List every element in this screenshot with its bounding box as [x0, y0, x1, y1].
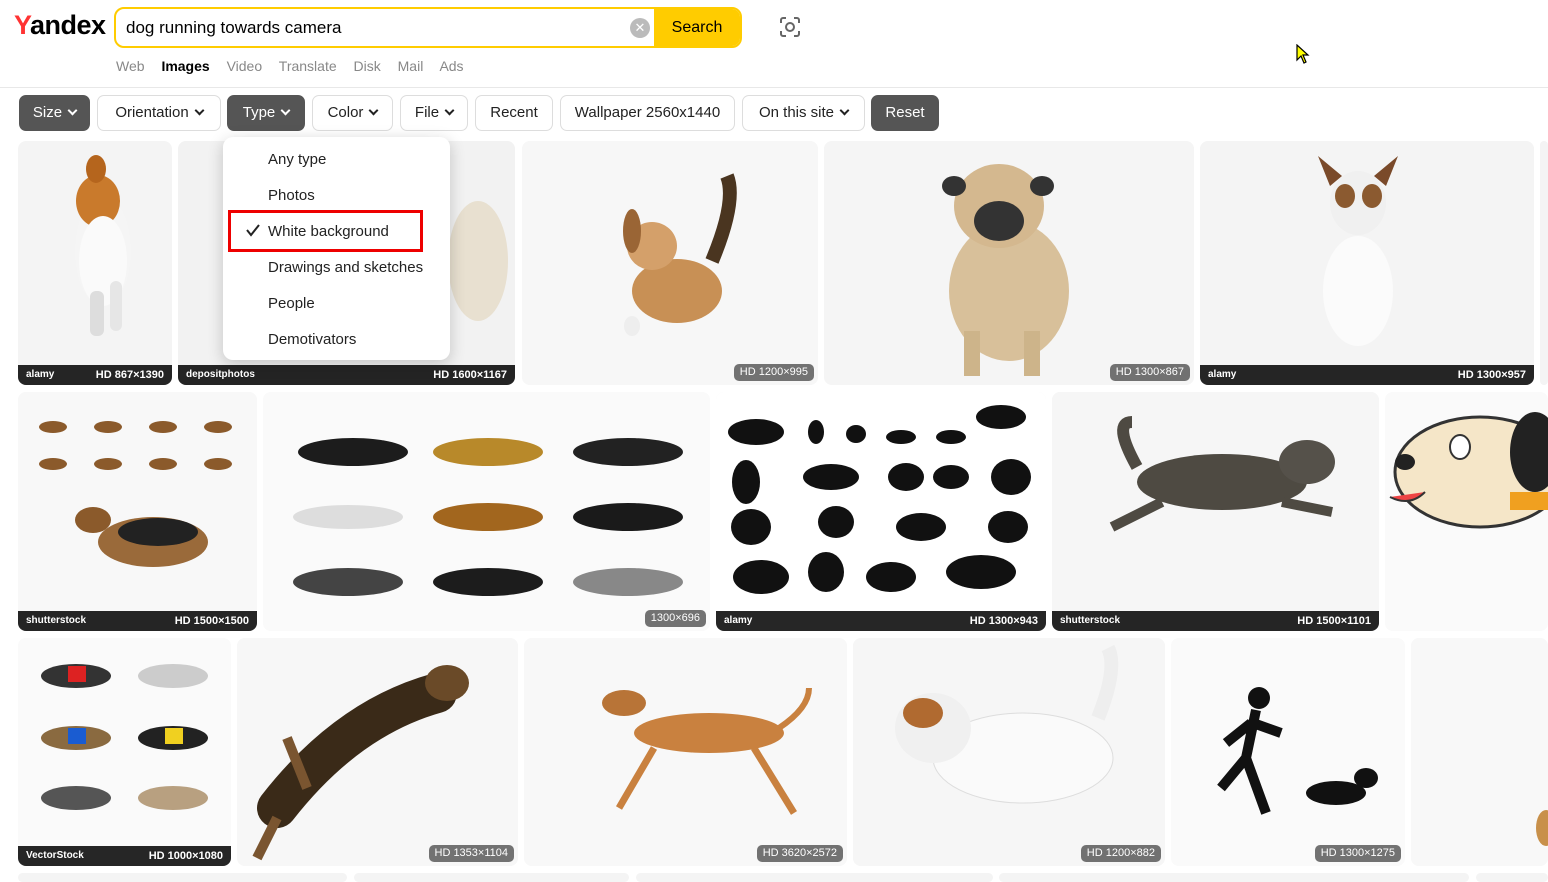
- search-button[interactable]: Search: [654, 9, 740, 46]
- filter-on-this-site[interactable]: On this site: [742, 95, 865, 131]
- type-option-demotivators[interactable]: Demotivators: [268, 331, 356, 348]
- filter-file[interactable]: File: [400, 95, 468, 131]
- image-result[interactable]: [1476, 873, 1548, 882]
- terrier-photo: [1200, 141, 1534, 385]
- size-badge: HD 3620×2572: [756, 845, 843, 862]
- image-result[interactable]: [1411, 638, 1548, 866]
- result-info-bar: shutterstock HD 1500×1101: [1052, 611, 1379, 631]
- service-nav: Web Images Video Translate Disk Mail Ads: [116, 58, 477, 74]
- jack-russell-photo: [853, 638, 1165, 866]
- mouse-cursor-icon: [1296, 44, 1310, 64]
- nav-images[interactable]: Images: [161, 58, 209, 74]
- image-result[interactable]: shutterstock HD 1500×1101: [1052, 392, 1379, 631]
- size-badge: HD 1353×1104: [428, 845, 514, 862]
- clear-icon[interactable]: ✕: [630, 18, 650, 38]
- nav-translate[interactable]: Translate: [279, 58, 337, 74]
- nav-mail[interactable]: Mail: [398, 58, 424, 74]
- image-result[interactable]: [1540, 141, 1548, 385]
- filter-orientation[interactable]: Orientation: [97, 95, 221, 131]
- image-result[interactable]: alamy HD 867×1390: [18, 141, 172, 385]
- type-dropdown-menu: Any type Photos White background Drawing…: [223, 137, 450, 360]
- filter-recent[interactable]: Recent: [475, 95, 553, 131]
- yandex-logo[interactable]: Yandex: [14, 10, 106, 41]
- size-badge: HD 1300×1275: [1314, 845, 1401, 862]
- camera-search-icon[interactable]: [778, 15, 802, 39]
- image-result[interactable]: alamy HD 1300×943: [716, 392, 1046, 631]
- result-info-bar: depositphotos HD 1600×1167: [178, 365, 515, 385]
- leaping-dog-photo: [1052, 392, 1379, 631]
- nav-disk[interactable]: Disk: [354, 58, 381, 74]
- image-result[interactable]: HD 1300×1275: [1171, 638, 1405, 866]
- type-option-drawings[interactable]: Drawings and sketches: [268, 259, 423, 276]
- filter-wallpaper[interactable]: Wallpaper 2560x1440: [560, 95, 735, 131]
- selection-highlight-box: [228, 210, 423, 252]
- result-info-bar: alamy HD 1300×943: [716, 611, 1046, 631]
- running-dog-illustration: [18, 392, 257, 631]
- image-result[interactable]: alamy HD 1300×957: [1200, 141, 1534, 385]
- image-result[interactable]: HD 1353×1104: [237, 638, 518, 866]
- greyhound-racing-illustration: [18, 638, 231, 866]
- image-result[interactable]: [999, 873, 1469, 882]
- type-option-any[interactable]: Any type: [268, 151, 326, 168]
- filter-bar: Size Orientation Type Color File Recent …: [0, 95, 1548, 131]
- pug-photo: [824, 141, 1194, 385]
- type-option-photos[interactable]: Photos: [268, 187, 315, 204]
- size-badge: 1300×696: [644, 610, 706, 627]
- dog-photo: [1411, 638, 1548, 866]
- filter-color[interactable]: Color: [312, 95, 393, 131]
- image-result[interactable]: VectorStock HD 1000×1080: [18, 638, 231, 866]
- image-result[interactable]: HD 1200×995: [522, 141, 818, 385]
- cartoon-dog-illustration: [1385, 392, 1548, 631]
- image-result[interactable]: HD 1300×867: [824, 141, 1194, 385]
- result-info-bar: VectorStock HD 1000×1080: [18, 846, 231, 866]
- type-option-people[interactable]: People: [268, 295, 315, 312]
- header: Yandex ✕ Search Web Images Video Transla…: [0, 0, 1548, 88]
- man-and-dog-silhouette: [1171, 638, 1405, 866]
- image-result[interactable]: HD 3620×2572: [524, 638, 847, 866]
- jumping-dog-photo: [237, 638, 518, 866]
- dog-breeds-illustration: [263, 392, 710, 631]
- filter-size[interactable]: Size: [19, 95, 90, 131]
- result-info-bar: alamy HD 1300×957: [1200, 365, 1534, 385]
- reset-button[interactable]: Reset: [871, 95, 939, 131]
- size-badge: HD 1200×882: [1080, 845, 1161, 862]
- image-result[interactable]: [354, 873, 629, 882]
- image-result[interactable]: shutterstock HD 1500×1500: [18, 392, 257, 631]
- image-result[interactable]: [18, 873, 347, 882]
- dog-in-snow-photo: [522, 141, 818, 385]
- result-info-bar: shutterstock HD 1500×1500: [18, 611, 257, 631]
- image-result[interactable]: HD 1200×882: [853, 638, 1165, 866]
- filter-type[interactable]: Type: [227, 95, 305, 131]
- search-box: ✕ Search: [114, 7, 742, 48]
- nav-ads[interactable]: Ads: [439, 58, 463, 74]
- image-result[interactable]: [636, 873, 993, 882]
- size-badge: HD 1300×867: [1109, 364, 1190, 381]
- image-result[interactable]: 1300×696: [263, 392, 710, 631]
- search-input[interactable]: [126, 9, 626, 46]
- nav-video[interactable]: Video: [227, 58, 263, 74]
- image-result[interactable]: [1385, 392, 1548, 631]
- dog-photo: [75, 155, 131, 336]
- dog-silhouettes-illustration: [716, 392, 1046, 631]
- result-info-bar: alamy HD 867×1390: [18, 365, 172, 385]
- running-hound-photo: [524, 638, 847, 866]
- nav-web[interactable]: Web: [116, 58, 145, 74]
- size-badge: HD 1200×995: [733, 364, 814, 381]
